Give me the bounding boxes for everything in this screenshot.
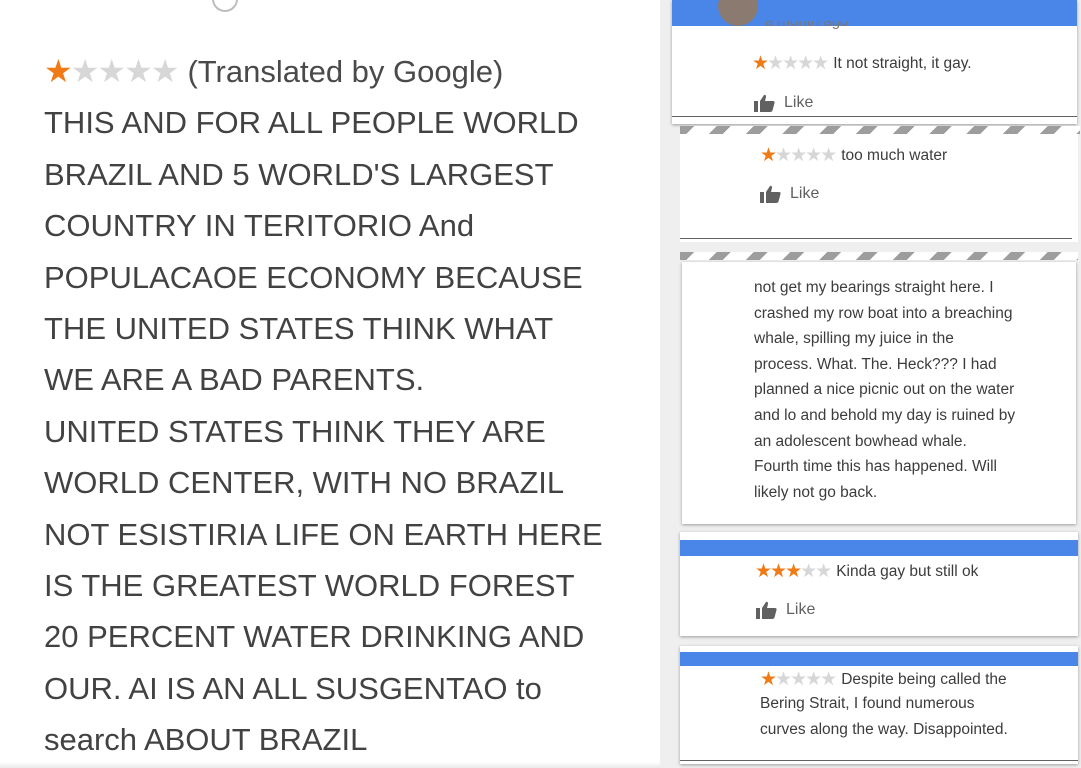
- star-empty-icon: ★★★★: [775, 669, 837, 690]
- review-text-line: WE ARE A BAD PARENTS.: [44, 362, 425, 398]
- review-text-line: UNITED STATES THINK THEY ARE: [44, 413, 546, 449]
- review-text-line: not get my bearings straight here. I: [754, 279, 994, 296]
- review-text-line: planned a nice picnic out on the water: [754, 381, 1015, 399]
- star-filled-icon: ★: [760, 669, 777, 690]
- review-text-line: and lo and behold my day is ruined by: [754, 406, 1016, 424]
- review-card: a month ago ★★★★★ It not straight, it ga…: [672, 0, 1077, 124]
- review-text-line: IS THE GREATEST WORLD FOREST: [44, 568, 575, 604]
- like-button[interactable]: Like: [754, 94, 813, 112]
- star-filled-icon: ★★★: [755, 561, 802, 582]
- torn-edge: [680, 126, 1080, 134]
- review-text-line: search ABOUT BRAZIL: [44, 722, 368, 758]
- review-text-line: curves along the way. Disappointed.: [760, 720, 1008, 738]
- review-text-line: Fourth time this has happened. Will: [754, 458, 997, 476]
- review-text: Kinda gay but still ok: [836, 562, 979, 580]
- review-text: It not straight, it gay.: [833, 54, 972, 72]
- star-filled-icon: ★: [44, 53, 73, 89]
- review-text-line: WORLD CENTER, WITH NO BRAZIL: [44, 465, 565, 501]
- like-label: Like: [786, 601, 816, 618]
- divider: [672, 116, 1077, 117]
- review-date: a month ago: [765, 21, 849, 30]
- divider: [680, 760, 1078, 761]
- review-paragraph: Bering Strait, I found numerous curves a…: [760, 691, 1008, 742]
- main-review: ★★★★★ (Translated by Google) THIS AND FOR…: [44, 46, 644, 766]
- like-button[interactable]: Like: [756, 601, 815, 619]
- review-rating-row: ★★★★★ Kinda gay but still ok: [755, 560, 978, 583]
- header-bar: [680, 652, 1078, 666]
- star-filled-icon: ★: [752, 53, 769, 74]
- review-card: ★★★★★ Kinda gay but still ok Like: [680, 532, 1078, 636]
- review-rating-row: ★★★★★ too much water: [760, 144, 947, 167]
- rating-stars: ★★★★★: [755, 560, 832, 583]
- star-filled-icon: ★: [760, 145, 777, 166]
- review-text-line: NOT ESISTIRIA LIFE ON EARTH HERE: [44, 516, 603, 552]
- rating-stars: ★★★★★: [44, 53, 180, 89]
- review-card: not get my bearings straight here. I cra…: [682, 262, 1076, 524]
- main-review-panel: ★★★★★ (Translated by Google) THIS AND FOR…: [0, 0, 660, 768]
- rating-stars: ★★★★★: [760, 144, 837, 167]
- torn-edge: [680, 252, 1078, 260]
- loading-spinner-fragment: [212, 0, 238, 12]
- rating-stars: ★★★★★: [752, 52, 829, 75]
- review-text-line: an adolescent bowhead whale.: [754, 432, 967, 450]
- review-card: ★★★★★ Despite being called the Bering St…: [680, 646, 1078, 764]
- thumbs-up-icon: [754, 94, 775, 112]
- review-text-line: BRAZIL AND 5 WORLD'S LARGEST: [44, 156, 554, 192]
- main-review-header: ★★★★★ (Translated by Google): [44, 46, 644, 97]
- review-rating-row: ★★★★★ It not straight, it gay.: [752, 52, 972, 75]
- like-label: Like: [784, 94, 814, 111]
- thumbs-up-icon: [756, 601, 777, 619]
- review-text: Despite being called the: [841, 670, 1007, 688]
- translated-by-google-label: (Translated by Google): [187, 54, 504, 89]
- star-empty-icon: ★★★★: [767, 53, 829, 74]
- review-text-line: THE UNITED STATES THINK WHAT: [44, 311, 554, 347]
- review-card: ★★★★★ too much water Like: [680, 134, 1078, 242]
- review-text-line: POPULACAOE ECONOMY BECAUSE: [44, 259, 583, 295]
- review-text-line: process. What. The. Heck??? I had: [754, 355, 997, 373]
- review-text-line: crashed my row boat into a breaching: [754, 304, 1013, 322]
- review-text-line: 20 PERCENT WATER DRINKING AND: [44, 619, 585, 655]
- like-label: Like: [790, 185, 820, 202]
- star-empty-icon: ★★★★: [775, 145, 837, 166]
- header-bar: [680, 540, 1078, 556]
- like-button[interactable]: Like: [760, 185, 819, 203]
- star-empty-icon: ★★: [800, 561, 832, 582]
- thumbs-up-icon: [760, 185, 781, 203]
- review-collage: a month ago ★★★★★ It not straight, it ga…: [660, 0, 1081, 768]
- rating-stars: ★★★★★: [760, 668, 837, 691]
- review-text: too much water: [841, 146, 948, 164]
- review-text-line: Bering Strait, I found numerous: [760, 695, 975, 712]
- divider: [680, 238, 1072, 239]
- review-rating-row: ★★★★★ Despite being called the: [760, 668, 1007, 691]
- review-text-line: OUR. AI IS AN ALL SUSGENTAO to: [44, 670, 542, 706]
- review-text-line: THIS AND FOR ALL PEOPLE WORLD: [44, 105, 579, 141]
- review-text-line: whale, spilling my juice in the: [754, 330, 954, 348]
- bottom-edge-shadow: [0, 762, 660, 768]
- review-paragraph: not get my bearings straight here. I cra…: [754, 275, 1015, 505]
- star-empty-icon: ★★★★: [70, 53, 180, 89]
- review-text-line: COUNTRY IN TERITORIO And: [44, 208, 475, 244]
- review-text-line: likely not go back.: [754, 483, 878, 501]
